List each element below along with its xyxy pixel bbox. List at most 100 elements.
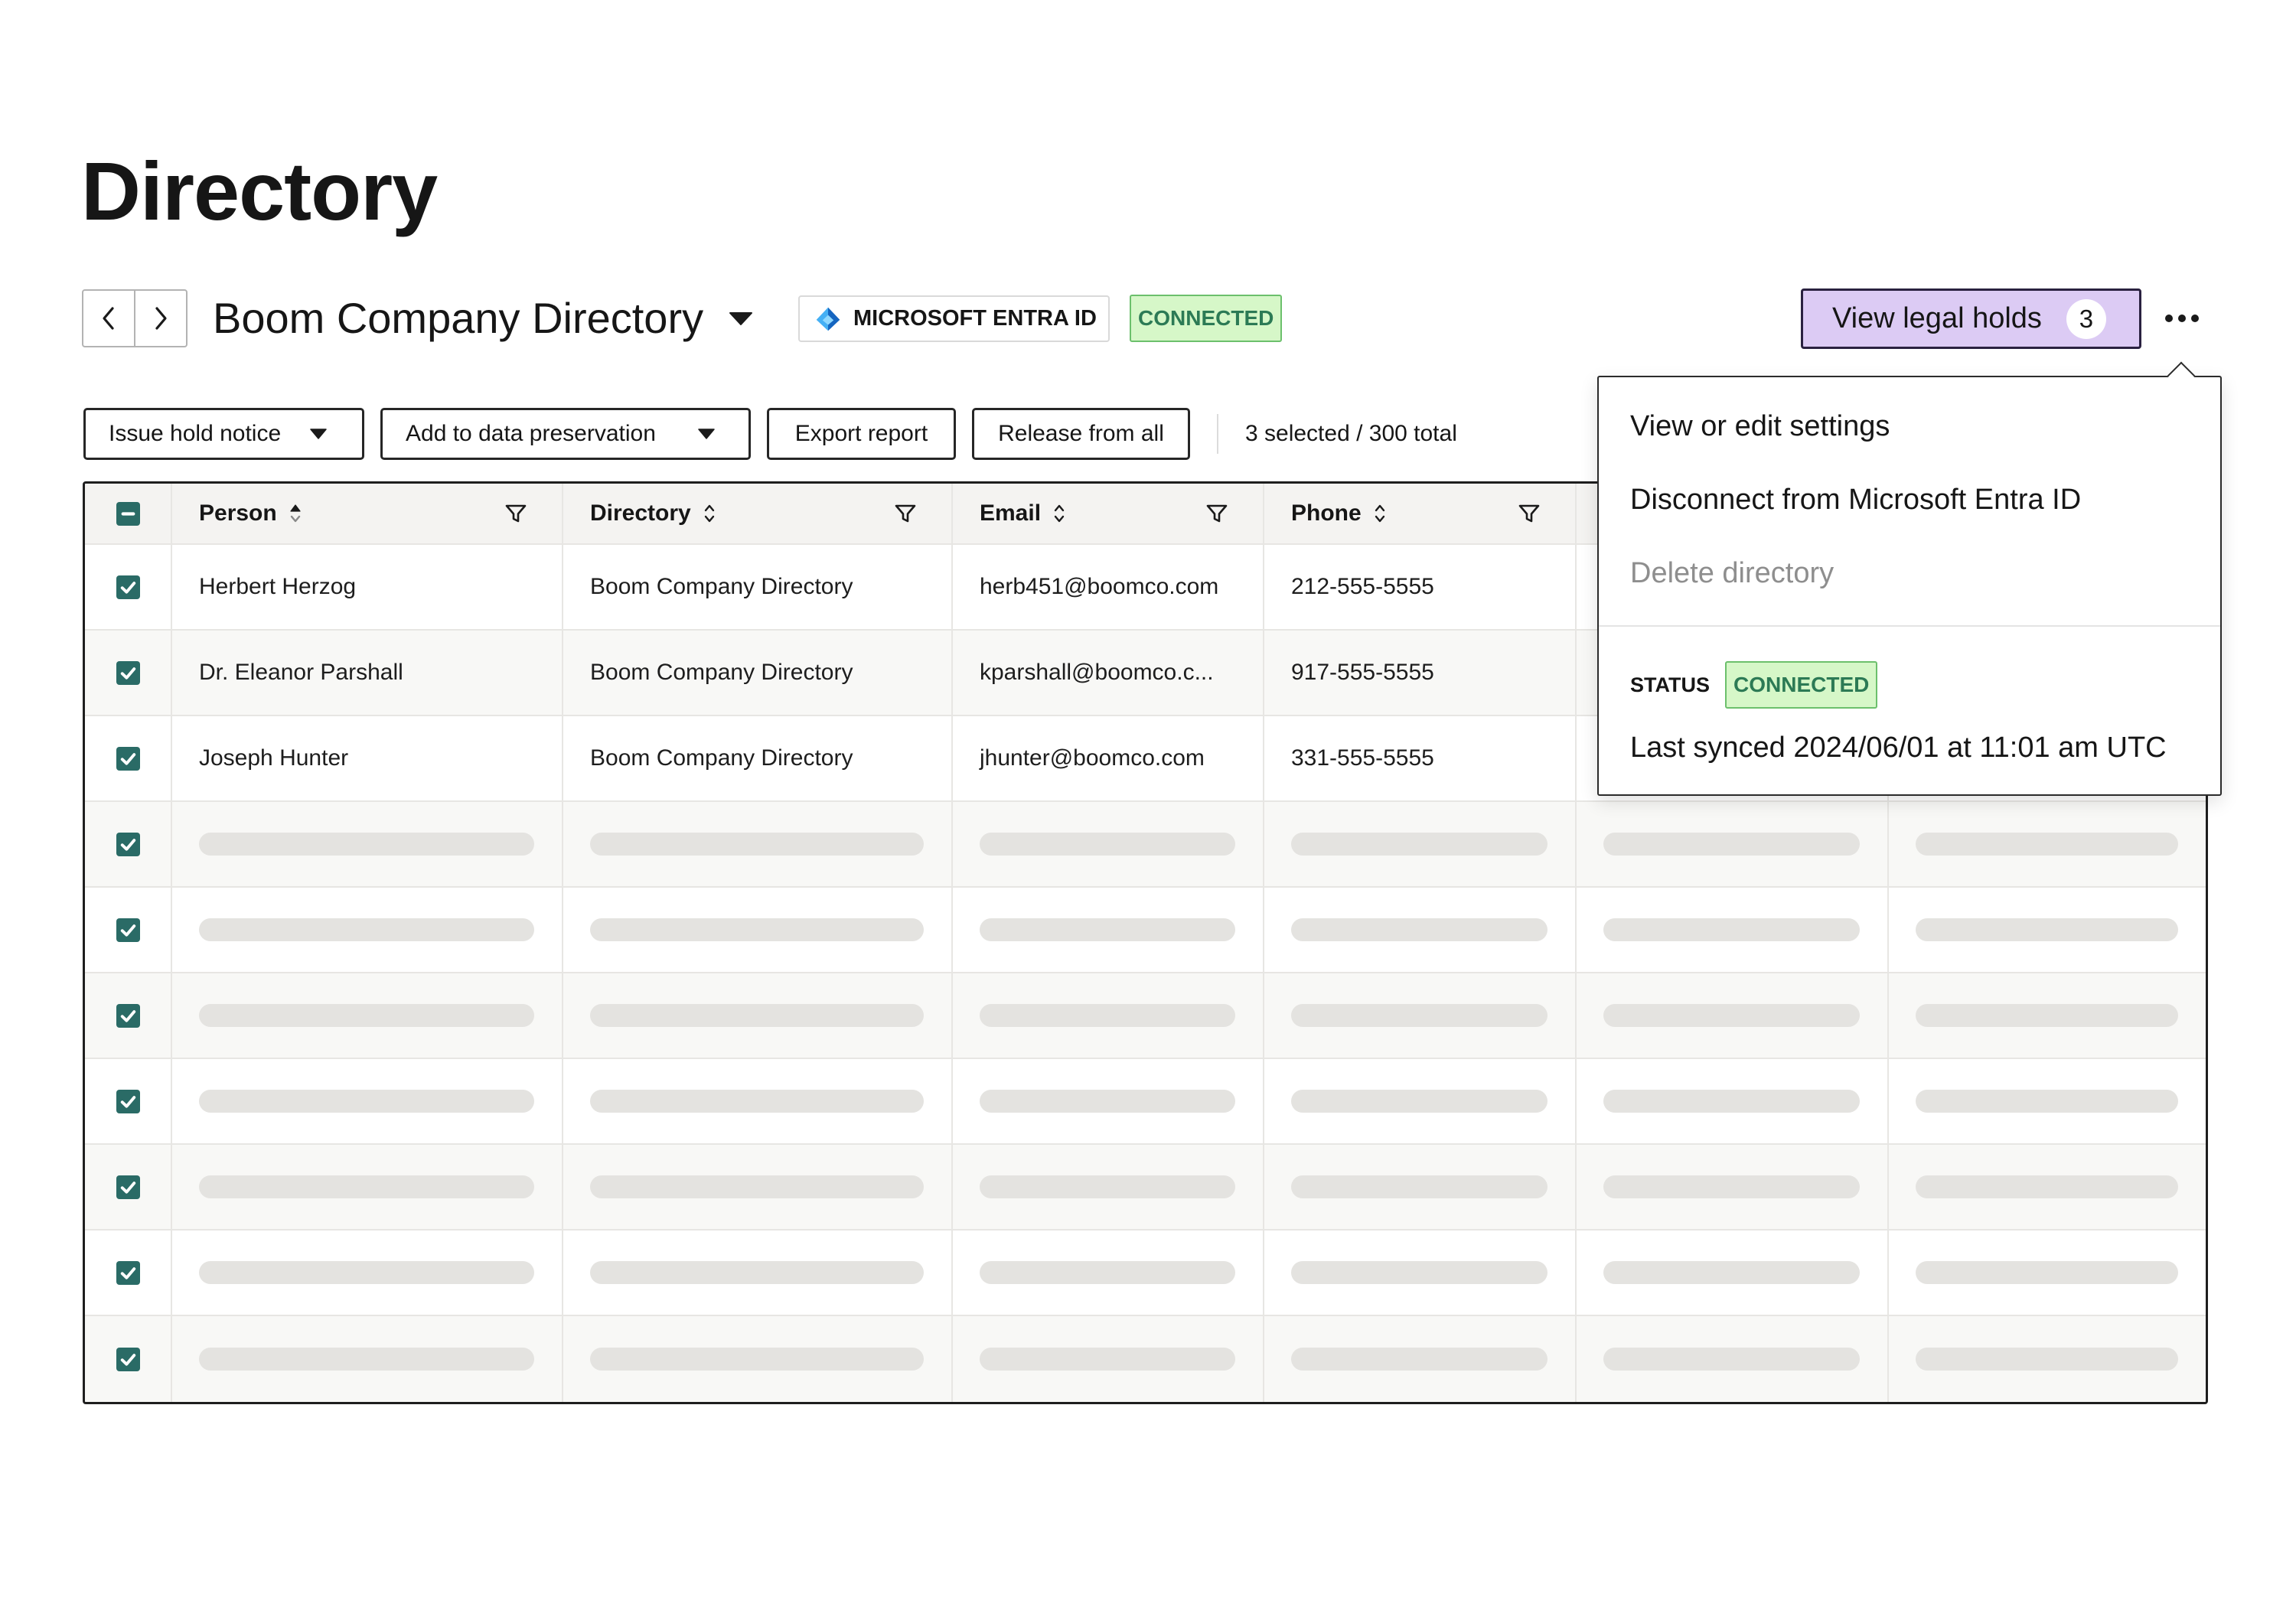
cell-person (172, 1231, 563, 1315)
directory-selector[interactable]: Boom Company Directory (213, 289, 754, 347)
add-to-data-preservation-button[interactable]: Add to data preservation (380, 408, 751, 460)
table-row[interactable] (85, 973, 2206, 1059)
table-row[interactable] (85, 1145, 2206, 1231)
row-checkbox[interactable] (116, 746, 140, 771)
loading-placeholder (1291, 1261, 1548, 1284)
column-header-email[interactable]: Email (953, 484, 1264, 543)
row-checkbox[interactable] (116, 1175, 140, 1199)
issue-hold-notice-label: Issue hold notice (109, 421, 282, 446)
cell-email (953, 1231, 1264, 1315)
loading-placeholder (1291, 1348, 1548, 1371)
more-horizontal-icon-dot (2178, 315, 2186, 322)
row-checkbox[interactable] (116, 575, 140, 599)
table-row[interactable] (85, 1316, 2206, 1402)
loading-placeholder (1603, 918, 1860, 941)
cell-email (953, 888, 1264, 972)
loading-placeholder (590, 1261, 924, 1284)
sort-icon[interactable] (1052, 501, 1067, 526)
cell-directory (563, 1316, 953, 1402)
cell-directory (563, 1059, 953, 1143)
filter-icon[interactable] (1205, 502, 1228, 525)
row-checkbox[interactable] (116, 1003, 140, 1028)
cell-hidden-5 (1577, 973, 1889, 1058)
checkbox-checked-icon (120, 838, 135, 851)
page-title: Directory (81, 145, 438, 237)
column-header-person[interactable]: Person (172, 484, 563, 543)
loading-placeholder (1916, 1004, 2178, 1027)
filter-icon[interactable] (1518, 502, 1541, 525)
previous-directory-button[interactable] (83, 291, 134, 346)
checkbox-checked-icon (120, 667, 135, 680)
release-from-all-button[interactable]: Release from all (972, 408, 1190, 460)
row-checkbox[interactable] (116, 1260, 140, 1285)
view-legal-holds-button[interactable]: View legal holds 3 (1801, 288, 2141, 349)
menu-items: View or edit settings Disconnect from Mi… (1599, 377, 2220, 610)
filter-icon[interactable] (504, 502, 527, 525)
connection-status-badge: CONNECTED (1130, 295, 1283, 342)
row-checkbox[interactable] (116, 1089, 140, 1113)
microsoft-entra-icon (816, 307, 840, 331)
row-checkbox[interactable] (116, 660, 140, 685)
cell-person (172, 888, 563, 972)
toolbar-divider (1217, 414, 1218, 454)
next-directory-button[interactable] (134, 291, 186, 346)
cell-directory (563, 973, 953, 1058)
menu-item-disconnect[interactable]: Disconnect from Microsoft Entra ID (1599, 463, 2220, 536)
loading-placeholder (980, 1004, 1235, 1027)
cell-phone (1264, 802, 1577, 886)
menu-item-delete-directory[interactable]: Delete directory (1599, 536, 2220, 610)
loading-placeholder (590, 918, 924, 941)
phone-text: 917-555-5555 (1291, 660, 1434, 685)
table-row[interactable] (85, 802, 2206, 888)
phone-text: 331-555-5555 (1291, 745, 1434, 771)
cell-directory (563, 1231, 953, 1315)
phone-text: 212-555-5555 (1291, 574, 1434, 599)
cell-email (953, 1316, 1264, 1402)
loading-placeholder (980, 918, 1235, 941)
cell-phone: 917-555-5555 (1264, 631, 1577, 715)
cell-person (172, 1316, 563, 1402)
loading-placeholder (1603, 1175, 1860, 1198)
checkbox-checked-icon (120, 752, 135, 765)
loading-placeholder (199, 833, 534, 856)
select-all-checkbox[interactable] (116, 501, 140, 526)
sort-ascending-icon[interactable] (288, 501, 303, 526)
more-options-button[interactable] (2163, 303, 2201, 334)
loading-placeholder (1291, 1004, 1548, 1027)
menu-divider (1599, 625, 2220, 627)
column-label-person: Person (199, 500, 277, 526)
loading-placeholder (1916, 918, 2178, 941)
email-text: herb451@boomco.com (980, 574, 1219, 599)
cell-person (172, 802, 563, 886)
row-checkbox[interactable] (116, 918, 140, 942)
table-row[interactable] (85, 1059, 2206, 1145)
checkbox-checked-icon (120, 1353, 135, 1366)
loading-placeholder (1291, 1175, 1548, 1198)
checkbox-checked-icon (120, 924, 135, 937)
sort-icon[interactable] (1372, 501, 1388, 526)
checkbox-indeterminate-icon (121, 511, 135, 516)
checkbox-checked-icon (120, 1009, 135, 1022)
column-header-directory[interactable]: Directory (563, 484, 953, 543)
sort-icon[interactable] (702, 501, 717, 526)
loading-placeholder (1291, 1090, 1548, 1113)
loading-placeholder (980, 1090, 1235, 1113)
cell-hidden-5 (1577, 888, 1889, 972)
provider-name: MICROSOFT ENTRA ID (853, 306, 1097, 331)
loading-placeholder (199, 1175, 534, 1198)
column-header-phone[interactable]: Phone (1264, 484, 1577, 543)
table-row[interactable] (85, 888, 2206, 973)
issue-hold-notice-button[interactable]: Issue hold notice (83, 408, 364, 460)
cell-hidden-6 (1889, 973, 2206, 1058)
export-report-button[interactable]: Export report (767, 408, 956, 460)
selection-summary: 3 selected / 300 total (1245, 421, 1457, 446)
menu-item-view-edit-settings[interactable]: View or edit settings (1599, 390, 2220, 463)
cell-phone (1264, 1231, 1577, 1315)
directory-pager (82, 289, 188, 347)
cell-hidden-5 (1577, 1316, 1889, 1402)
filter-icon[interactable] (894, 502, 917, 525)
row-checkbox[interactable] (116, 832, 140, 856)
cell-hidden-6 (1889, 1231, 2206, 1315)
row-checkbox[interactable] (116, 1347, 140, 1371)
table-row[interactable] (85, 1231, 2206, 1316)
